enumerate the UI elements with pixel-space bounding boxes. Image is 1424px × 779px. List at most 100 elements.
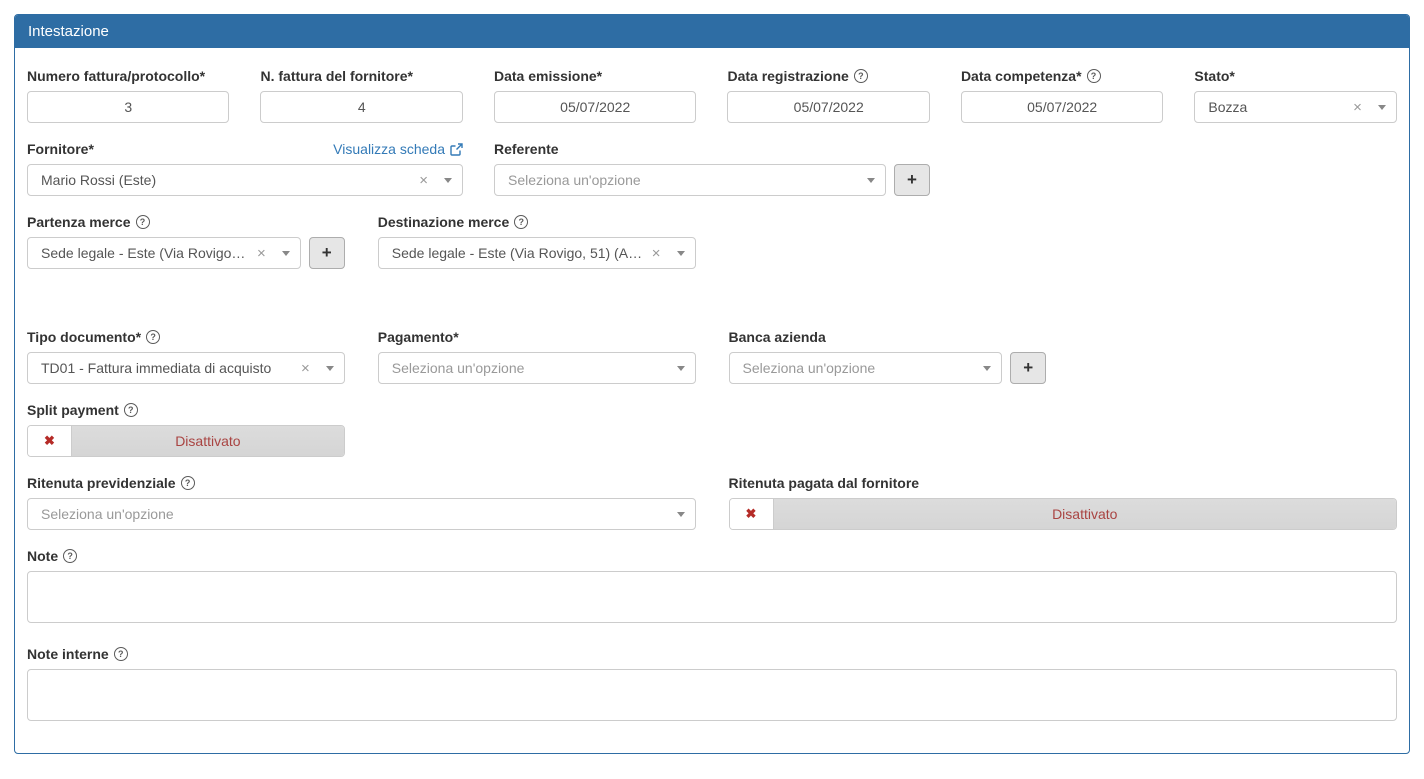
partenza-merce-select[interactable]: Sede legale - Este (Via Rovigo, 5... × [27, 237, 301, 269]
note-interne-textarea[interactable] [27, 669, 1397, 721]
field-ritenuta-pagata: Ritenuta pagata dal fornitore ✖ Disattiv… [729, 475, 1398, 530]
ritenuta-pagata-state: Disattivato [774, 499, 1397, 529]
help-icon: ? [854, 69, 868, 83]
clear-icon[interactable]: × [301, 361, 310, 376]
banca-azienda-placeholder: Seleziona un'opzione [743, 360, 980, 376]
field-partenza-merce: Partenza merce ? Sede legale - Este (Via… [27, 214, 345, 269]
panel-body: Numero fattura/protocollo* N. fattura de… [15, 68, 1409, 756]
fornitore-label-text: Fornitore* [27, 141, 94, 157]
numero-fattura-input[interactable] [27, 91, 229, 123]
help-icon: ? [114, 647, 128, 661]
data-registrazione-input[interactable] [727, 91, 929, 123]
empty-cell [1079, 329, 1397, 384]
empty-cell [1079, 214, 1397, 269]
n-fattura-fornitore-label: N. fattura del fornitore* [260, 68, 462, 84]
partenza-merce-label-text: Partenza merce [27, 214, 131, 230]
field-numero-fattura: Numero fattura/protocollo* [27, 68, 229, 123]
ritenuta-previdenziale-select[interactable]: Seleziona un'opzione [27, 498, 696, 530]
help-icon: ? [1087, 69, 1101, 83]
help-icon: ? [136, 215, 150, 229]
chevron-down-icon [677, 251, 685, 256]
numero-fattura-label: Numero fattura/protocollo* [27, 68, 229, 84]
clear-icon[interactable]: × [652, 246, 661, 261]
chevron-down-icon [282, 251, 290, 256]
split-payment-state: Disattivato [72, 426, 344, 456]
clear-icon[interactable]: × [257, 246, 266, 261]
field-banca-azienda: Banca azienda Seleziona un'opzione + [729, 329, 1047, 384]
pagamento-label: Pagamento* [378, 329, 696, 345]
chevron-down-icon [444, 178, 452, 183]
chevron-down-icon [983, 366, 991, 371]
destinazione-merce-select[interactable]: Sede legale - Este (Via Rovigo, 51) (Ad.… [378, 237, 696, 269]
pagamento-placeholder: Seleziona un'opzione [392, 360, 673, 376]
field-n-fattura-fornitore: N. fattura del fornitore* [260, 68, 462, 123]
chevron-down-icon [1378, 105, 1386, 110]
add-partenza-merce-button[interactable]: + [309, 237, 345, 269]
panel-title: Intestazione [15, 15, 1409, 48]
field-note: Note ? [27, 548, 1397, 628]
clear-icon[interactable]: × [1353, 100, 1362, 115]
note-interne-label-text: Note interne [27, 646, 109, 662]
field-referente: Referente Seleziona un'opzione + [494, 141, 930, 196]
chevron-down-icon [326, 366, 334, 371]
row-split-payment: Split payment ? ✖ Disattivato [27, 402, 1397, 457]
add-banca-azienda-button[interactable]: + [1010, 352, 1046, 384]
data-registrazione-label-text: Data registrazione [727, 68, 848, 84]
chevron-down-icon [677, 366, 685, 371]
data-competenza-label-text: Data competenza* [961, 68, 1082, 84]
intestazione-panel: Intestazione Numero fattura/protocollo* … [14, 14, 1410, 754]
row-header-fields: Numero fattura/protocollo* N. fattura de… [27, 68, 1397, 123]
field-note-interne: Note interne ? [27, 646, 1397, 726]
row-documento: Tipo documento* ? TD01 - Fattura immedia… [27, 329, 1397, 384]
n-fattura-fornitore-input[interactable] [260, 91, 462, 123]
ritenuta-pagata-label: Ritenuta pagata dal fornitore [729, 475, 1398, 491]
banca-azienda-select[interactable]: Seleziona un'opzione [729, 352, 1003, 384]
partenza-merce-value: Sede legale - Este (Via Rovigo, 5... [41, 245, 249, 261]
ritenuta-previdenziale-label-text: Ritenuta previdenziale [27, 475, 176, 491]
row-note-interne: Note interne ? [27, 646, 1397, 726]
referente-placeholder: Seleziona un'opzione [508, 172, 863, 188]
fornitore-select[interactable]: Mario Rossi (Este) × [27, 164, 463, 196]
data-emissione-input[interactable] [494, 91, 696, 123]
tipo-documento-select[interactable]: TD01 - Fattura immediata di acquisto × [27, 352, 345, 384]
note-label-text: Note [27, 548, 58, 564]
ritenuta-previdenziale-label: Ritenuta previdenziale ? [27, 475, 696, 491]
field-data-registrazione: Data registrazione ? [727, 68, 929, 123]
empty-cell [729, 214, 1047, 269]
stato-value: Bozza [1208, 99, 1345, 115]
tipo-documento-label: Tipo documento* ? [27, 329, 345, 345]
stato-select[interactable]: Bozza × [1194, 91, 1396, 123]
tipo-documento-value: TD01 - Fattura immediata di acquisto [41, 360, 293, 376]
referente-label: Referente [494, 141, 930, 157]
add-referente-button[interactable]: + [894, 164, 930, 196]
note-interne-label: Note interne ? [27, 646, 1397, 662]
field-pagamento: Pagamento* Seleziona un'opzione [378, 329, 696, 384]
row-note: Note ? [27, 548, 1397, 628]
field-fornitore: Fornitore* Visualizza scheda [27, 141, 463, 196]
visualizza-scheda-text: Visualizza scheda [333, 141, 445, 157]
help-icon: ? [514, 215, 528, 229]
ritenuta-previdenziale-placeholder: Seleziona un'opzione [41, 506, 673, 522]
toggle-off-icon: ✖ [730, 499, 774, 529]
referente-select[interactable]: Seleziona un'opzione [494, 164, 886, 196]
help-icon: ? [181, 476, 195, 490]
clear-icon[interactable]: × [419, 173, 428, 188]
row-merce: Partenza merce ? Sede legale - Este (Via… [27, 214, 1397, 269]
destinazione-merce-label: Destinazione merce ? [378, 214, 696, 230]
note-textarea[interactable] [27, 571, 1397, 623]
field-data-emissione: Data emissione* [494, 68, 696, 123]
tipo-documento-label-text: Tipo documento* [27, 329, 141, 345]
pagamento-select[interactable]: Seleziona un'opzione [378, 352, 696, 384]
split-payment-toggle[interactable]: ✖ Disattivato [27, 425, 345, 457]
data-competenza-input[interactable] [961, 91, 1163, 123]
data-emissione-label: Data emissione* [494, 68, 696, 84]
visualizza-scheda-link[interactable]: Visualizza scheda [333, 141, 463, 157]
field-stato: Stato* Bozza × [1194, 68, 1396, 123]
ritenuta-pagata-toggle[interactable]: ✖ Disattivato [729, 498, 1398, 530]
chevron-down-icon [677, 512, 685, 517]
field-destinazione-merce: Destinazione merce ? Sede legale - Este … [378, 214, 696, 269]
row-fornitore: Fornitore* Visualizza scheda [27, 141, 1397, 196]
destinazione-merce-value: Sede legale - Este (Via Rovigo, 51) (Ad.… [392, 245, 644, 261]
data-registrazione-label: Data registrazione ? [727, 68, 929, 84]
data-competenza-label: Data competenza* ? [961, 68, 1163, 84]
